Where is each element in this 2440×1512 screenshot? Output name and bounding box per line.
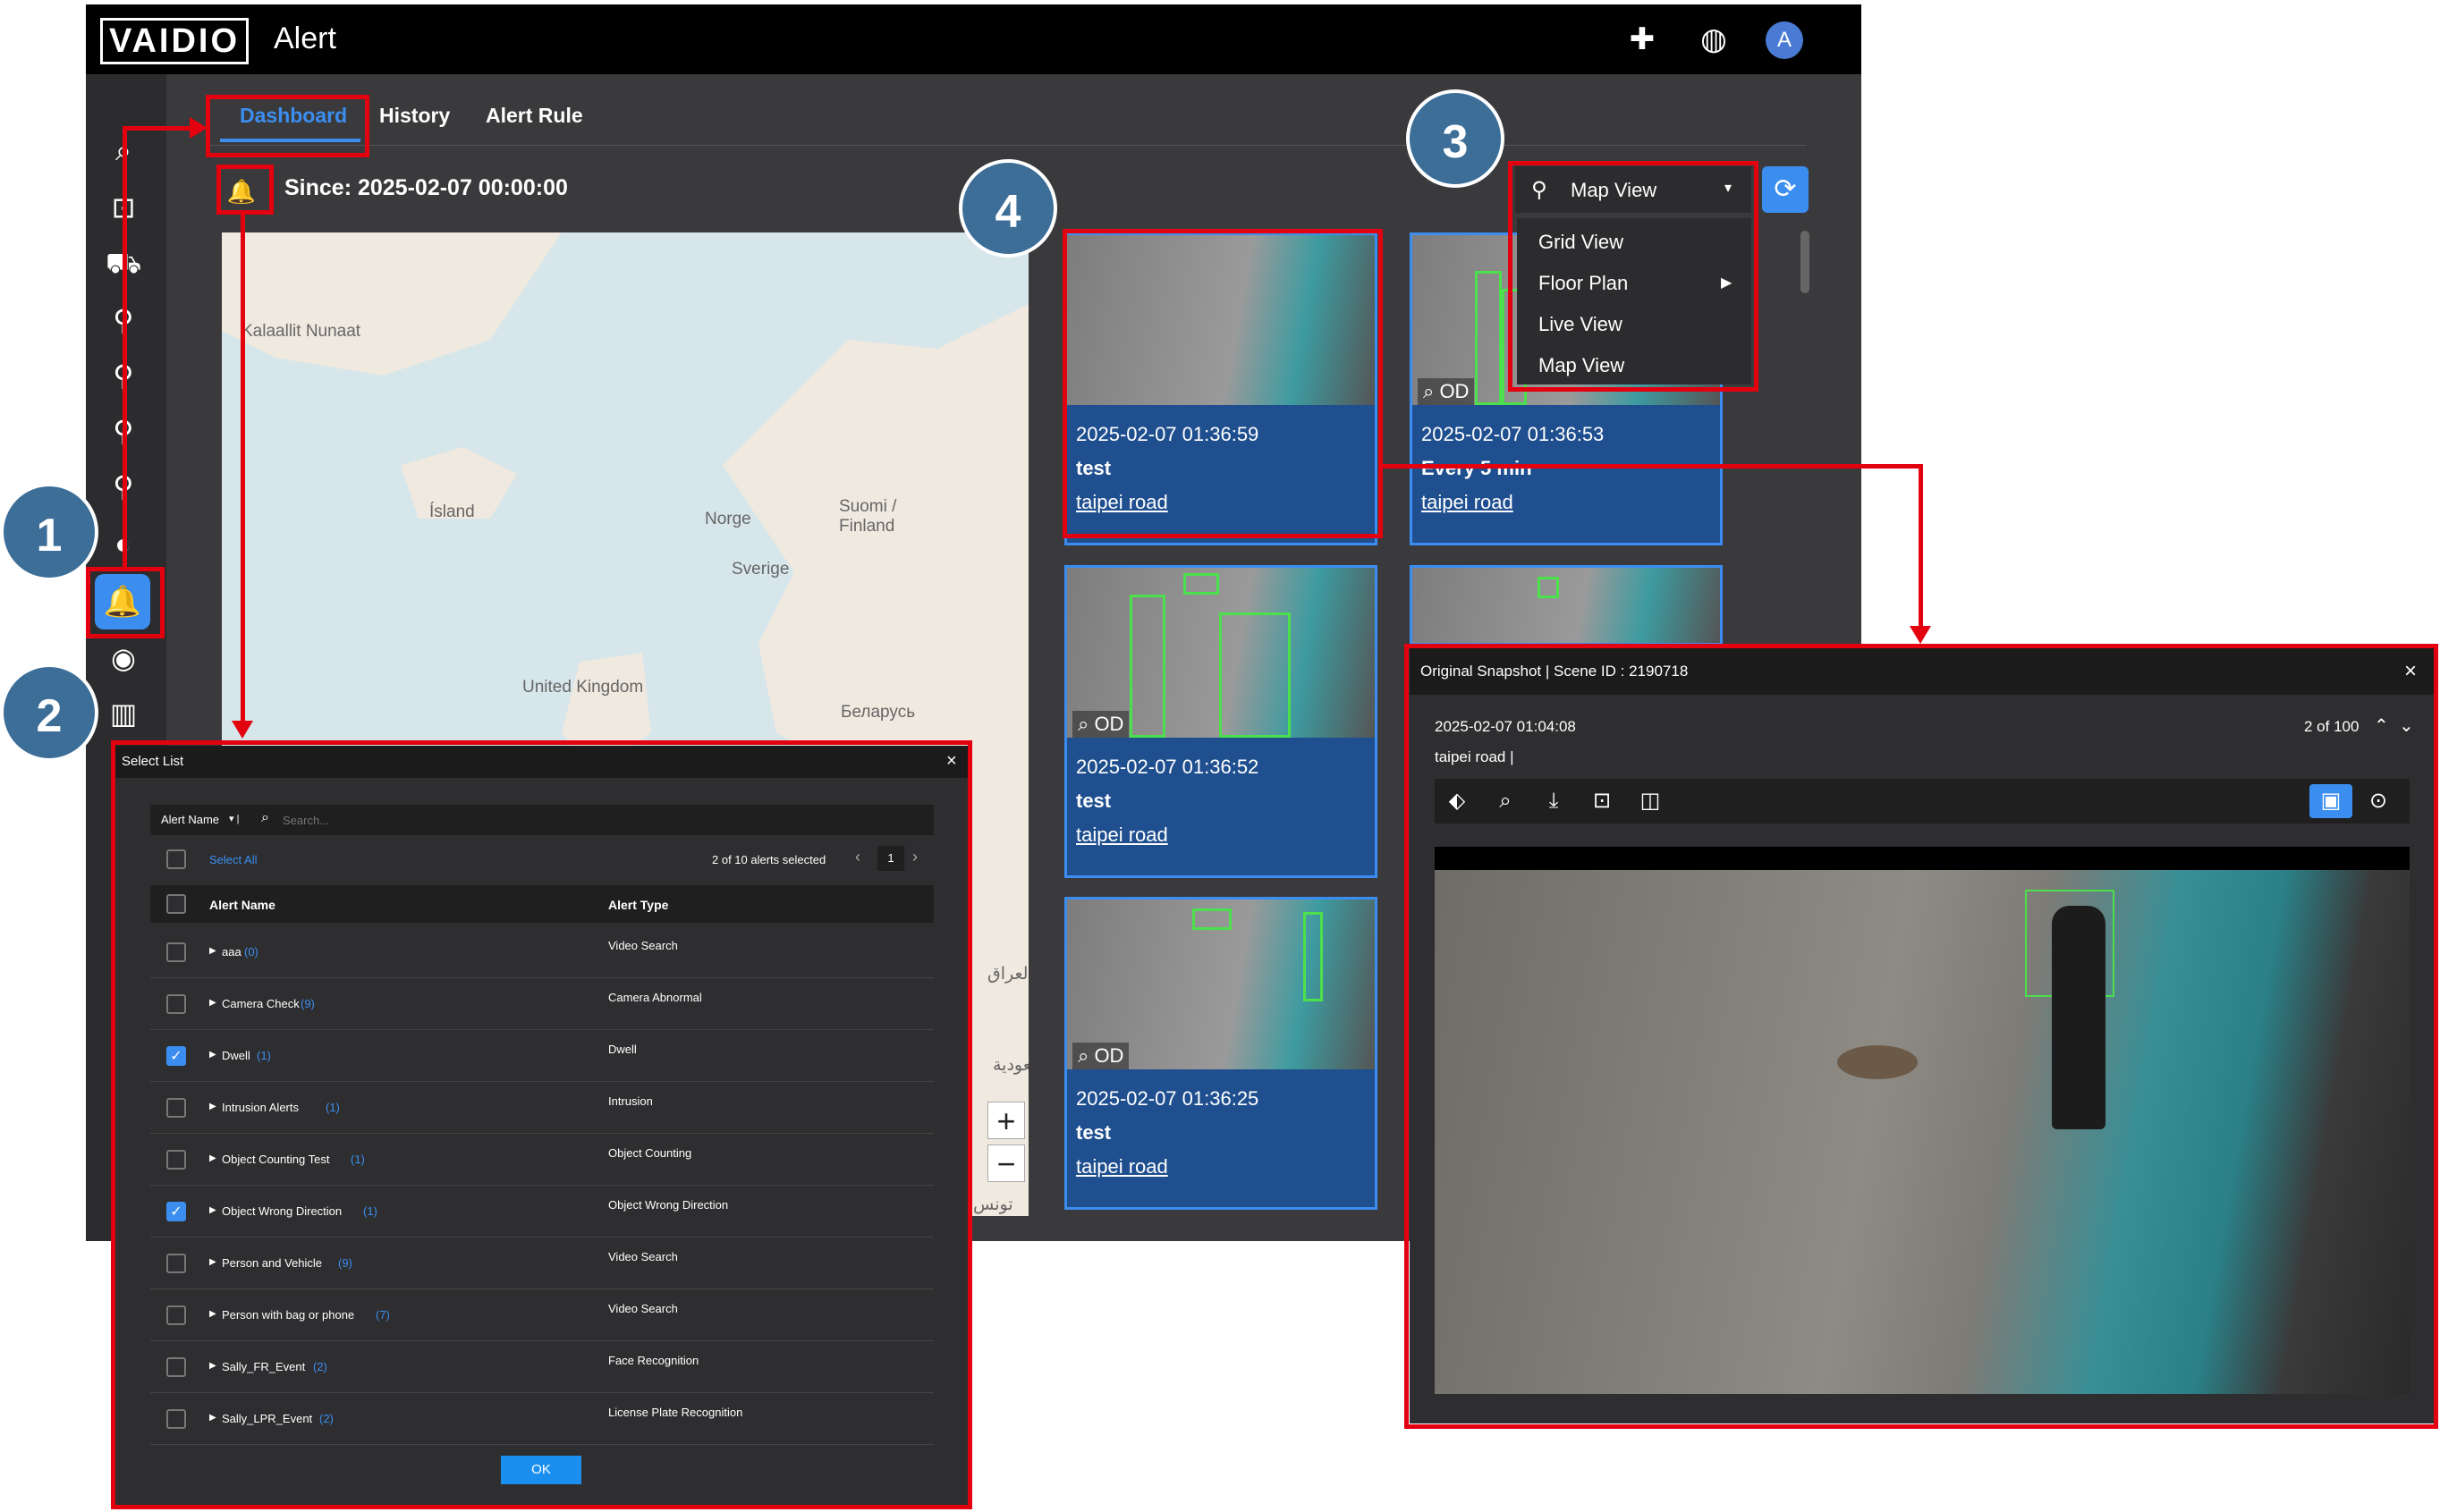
vaidio-logo: VAIDIO	[100, 18, 249, 64]
alert-card[interactable]	[1410, 565, 1723, 646]
card-location-link[interactable]: taipei road	[1076, 824, 1168, 847]
zoom-out-button[interactable]: −	[987, 1145, 1025, 1182]
analytics-icon[interactable]: ▥	[106, 696, 141, 731]
tab-divider	[206, 145, 1807, 146]
map-label-saudi: السعودية	[993, 1056, 1029, 1075]
refresh-button[interactable]: ⟳	[1762, 166, 1809, 213]
card-location-link[interactable]: taipei road	[1421, 491, 1513, 514]
detection-box	[1183, 573, 1219, 595]
search-icon: ⌕	[1423, 380, 1440, 402]
map-label-iraq: العراق	[987, 965, 1029, 984]
callout-1: 1	[0, 483, 98, 581]
card-time: 2025-02-07 01:36:52	[1076, 756, 1259, 778]
card-rule: Every 5 min	[1421, 457, 1532, 480]
map-label-iceland: Ísland	[429, 503, 475, 521]
card-snapshot	[1412, 568, 1720, 643]
app-title: Alert	[274, 21, 336, 55]
zoom-in-button[interactable]: +	[987, 1102, 1025, 1139]
map-label-norway: Norge	[705, 510, 751, 528]
arrow-icon	[232, 721, 253, 739]
card-tag: OD	[1094, 713, 1124, 735]
alert-card[interactable]: ⌕ OD 2025-02-07 01:36:25 test taipei roa…	[1064, 897, 1377, 1210]
scrollbar[interactable]	[1800, 231, 1809, 293]
annotation-box	[1508, 161, 1758, 392]
annotation-box	[86, 567, 165, 638]
annotation-box	[1404, 644, 2438, 1429]
detection-box	[1192, 908, 1232, 930]
callout-2: 2	[0, 663, 98, 762]
avatar[interactable]: A	[1766, 21, 1803, 59]
since-label: Since: 2025-02-07 00:00:00	[284, 175, 568, 200]
puzzle-icon[interactable]: ✚	[1624, 21, 1660, 57]
card-rule: test	[1076, 790, 1112, 812]
detection-box	[1475, 271, 1502, 405]
card-time: 2025-02-07 01:36:53	[1421, 423, 1605, 445]
card-tag: OD	[1094, 1044, 1124, 1067]
search-icon: ⌕	[1078, 713, 1095, 735]
annotation-box	[216, 165, 274, 215]
connector-line	[123, 126, 194, 131]
detection-box	[1219, 612, 1291, 738]
annotation-box	[1063, 229, 1383, 538]
map-label-belarus: Беларусь	[841, 703, 916, 722]
annotation-box	[206, 95, 369, 157]
map-label-finland: Suomi / Finland	[839, 497, 897, 536]
map-label-tunisia: تونس	[973, 1195, 1013, 1214]
card-location-link[interactable]: taipei road	[1076, 1155, 1168, 1178]
map-label-uk: United Kingdom	[522, 678, 644, 697]
arrow-icon	[190, 117, 208, 139]
tab-history[interactable]: History	[379, 104, 450, 128]
top-bar	[86, 4, 1861, 74]
map-label-sweden: Sverige	[732, 560, 790, 579]
callout-3: 3	[1406, 89, 1504, 188]
card-time: 2025-02-07 01:36:25	[1076, 1087, 1259, 1110]
callout-4: 4	[959, 159, 1057, 258]
search-icon: ⌕	[1078, 1044, 1095, 1067]
od-tag: ⌕ OD	[1072, 1043, 1130, 1069]
od-tag: ⌕ OD	[1072, 711, 1130, 738]
detection-box	[1130, 595, 1165, 738]
connector-line	[1919, 464, 1923, 629]
card-rule: test	[1076, 1121, 1112, 1144]
card-tag: OD	[1439, 380, 1470, 402]
detection-box	[1303, 912, 1323, 1001]
globe-icon[interactable]: ◍	[1696, 21, 1732, 57]
arrow-icon	[1910, 626, 1931, 644]
connector-line	[241, 215, 245, 724]
tab-alert-rule[interactable]: Alert Rule	[486, 104, 583, 128]
connector-line	[123, 126, 127, 569]
alert-card[interactable]: ⌕ OD 2025-02-07 01:36:52 test taipei roa…	[1064, 565, 1377, 878]
annotation-box	[111, 740, 972, 1509]
detection-box	[1538, 577, 1559, 598]
map-label-greenland: Kalaallit Nunaat	[241, 322, 361, 341]
eye-scan-icon[interactable]: ◉	[106, 640, 141, 676]
od-tag: ⌕ OD	[1418, 378, 1475, 405]
connector-line	[1383, 464, 1923, 469]
